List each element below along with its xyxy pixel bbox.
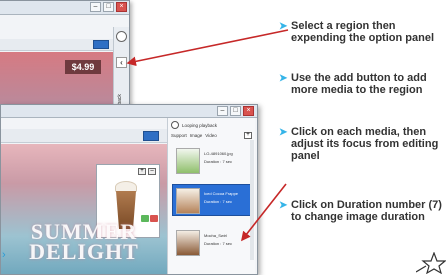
playback-circle-icon[interactable] (116, 31, 127, 42)
confirm-icon[interactable] (141, 215, 149, 222)
media-thumbnail (176, 230, 200, 256)
tab-support[interactable]: Support (171, 133, 187, 138)
delete-icon[interactable] (150, 215, 158, 222)
annotation-line: Select a region then (291, 20, 396, 32)
arrow-1 (126, 29, 289, 67)
option-panel-title: Looping playback (182, 122, 218, 128)
media-item[interactable]: Mocha_Swirl Duration : 7 sec (172, 226, 252, 258)
bullet-triangle-icon: ➤ (279, 200, 288, 211)
annotation-line: panel (291, 150, 320, 162)
front-window-dropdown[interactable] (143, 131, 159, 141)
media-thumbnail (176, 188, 200, 214)
back-window-titlebar: – □ × (0, 1, 129, 15)
front-window: – □ × + – SUMMER DELIGHT Looping playbac… (0, 104, 258, 275)
close-button[interactable]: × (116, 2, 127, 12)
canvas-text-2: DELIGHT (29, 239, 139, 264)
expand-panel-button[interactable]: ‹ (116, 57, 127, 68)
media-name: Iced Cocoa Frappe (204, 191, 239, 196)
media-item[interactable]: LO-4891060.jpg Duration : 7 sec (172, 144, 252, 176)
annotation-line: Use the add button to add (291, 72, 427, 84)
maximize-button[interactable]: □ (103, 2, 114, 12)
minimize-button[interactable]: – (90, 2, 101, 12)
annotation-2: ➤ Use the add button to add more media t… (279, 72, 427, 96)
option-panel-tabs: Support Image Video (171, 133, 217, 138)
maximize-button[interactable]: □ (230, 106, 241, 116)
close-button[interactable]: × (243, 106, 254, 116)
annotation-line: more media to the region (291, 84, 423, 96)
star-icon (416, 252, 446, 274)
annotation-line: Click on each media, then (291, 126, 427, 138)
playback-circle-icon[interactable] (171, 121, 179, 129)
media-duration[interactable]: Duration : 7 sec (204, 199, 232, 204)
region-remove-button[interactable]: – (148, 168, 156, 175)
annotation-1: ➤ Select a region then expending the opt… (279, 20, 434, 44)
media-name: LO-4891060.jpg (204, 151, 233, 156)
media-duration[interactable]: Duration : 7 sec (204, 241, 232, 246)
front-window-titlebar: – □ × (1, 105, 257, 118)
triangle-marker-icon: › (2, 249, 6, 261)
annotation-line: adjust its focus from editing (291, 138, 439, 150)
option-panel-header: Looping playback (171, 120, 255, 130)
add-media-button[interactable]: + (244, 132, 252, 139)
option-panel: Looping playback Support Image Video + L… (167, 118, 255, 274)
region-buttons: + – (138, 168, 156, 175)
media-duration[interactable]: Duration : 7 sec (204, 159, 232, 164)
media-item-selected[interactable]: Iced Cocoa Frappe Duration : 7 sec (172, 184, 252, 216)
back-window-toolbar (0, 39, 113, 51)
back-window-dropdown[interactable] (93, 40, 109, 49)
back-window-controls: – □ × (90, 2, 127, 12)
bullet-triangle-icon: ➤ (279, 21, 288, 32)
annotation-3: ➤ Click on each media, then adjust its f… (279, 126, 439, 162)
front-window-controls: – □ × (217, 106, 254, 116)
canvas-headline: SUMMER DELIGHT (1, 221, 167, 264)
tab-image[interactable]: Image (190, 133, 203, 138)
annotation-line: expending the option panel (291, 32, 434, 44)
media-name: Mocha_Swirl (204, 233, 227, 238)
annotation-line: Click on Duration number (7) (291, 199, 442, 211)
media-thumbnail (176, 148, 200, 174)
region-add-button[interactable]: + (138, 168, 146, 175)
front-window-toolbar (1, 129, 167, 143)
panel-scrollbar[interactable] (250, 140, 254, 260)
price-tag: $4.99 (65, 60, 101, 74)
minimize-button[interactable]: – (217, 106, 228, 116)
annotation-4: ➤ Click on Duration number (7) to change… (279, 199, 442, 223)
bullet-triangle-icon: ➤ (279, 73, 288, 84)
bullet-triangle-icon: ➤ (279, 127, 288, 138)
tab-video[interactable]: Video (205, 133, 216, 138)
annotation-line: to change image duration (291, 211, 425, 223)
front-window-canvas[interactable]: + – SUMMER DELIGHT (1, 144, 167, 274)
